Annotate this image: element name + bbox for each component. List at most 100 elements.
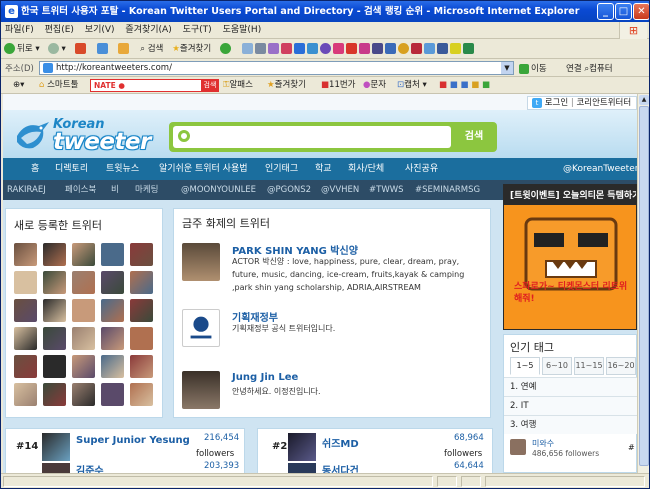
tab-1-5[interactable]: 1~5: [510, 357, 540, 375]
sms-link[interactable]: ●문자: [363, 79, 386, 91]
popular-tag-row[interactable]: 1. 연예: [504, 377, 637, 396]
avatar[interactable]: [72, 243, 95, 266]
avatar[interactable]: [510, 439, 526, 455]
menu-tools[interactable]: 도구(T): [179, 22, 216, 39]
avatar[interactable]: [42, 433, 70, 461]
login-button[interactable]: t 로그인 | 코리안트위터터: [527, 96, 637, 110]
popular-user-name[interactable]: 미와수: [532, 438, 554, 449]
avatar[interactable]: [101, 243, 124, 266]
avatar[interactable]: [14, 299, 37, 322]
site-logo[interactable]: Korean tweeter: [15, 116, 163, 158]
search-toolbar-button[interactable]: ⌕ 검색: [137, 39, 166, 58]
refresh-button[interactable]: [94, 39, 113, 58]
menu-file[interactable]: 파일(F): [1, 22, 38, 39]
avatar[interactable]: [72, 327, 95, 350]
nav-company[interactable]: 회사/단체: [348, 158, 384, 180]
address-input[interactable]: http://koreantweeters.com/ ▼: [39, 61, 514, 75]
history-button[interactable]: [217, 39, 236, 58]
avatar[interactable]: [43, 299, 66, 322]
nav-school[interactable]: 학교: [315, 158, 332, 180]
11st-link[interactable]: ■11번가: [321, 79, 356, 91]
maximize-button[interactable]: □: [615, 3, 632, 20]
scrollbar-thumb[interactable]: [639, 106, 649, 466]
avatar[interactable]: [130, 383, 153, 406]
hot-tweeter-name[interactable]: Jung Jin Lee: [232, 372, 298, 383]
menu-favorites[interactable]: 즐겨찾기(A): [121, 22, 175, 39]
smart-toolbar-link[interactable]: ⌂ 스마트툴: [39, 79, 78, 91]
avatar[interactable]: [130, 299, 153, 322]
avatar[interactable]: [43, 327, 66, 350]
links-toolbar[interactable]: 연결 ⌕컴퓨터: [566, 62, 613, 74]
trending-tag[interactable]: 마케팅: [135, 180, 158, 200]
trending-tag[interactable]: #TWWS: [369, 180, 404, 200]
trending-tag[interactable]: RAKIRAEJ: [7, 180, 46, 200]
stop-button[interactable]: [72, 39, 91, 58]
avatar[interactable]: [42, 463, 70, 473]
close-button[interactable]: ✕: [633, 3, 649, 20]
capture-link[interactable]: ⊡캡처 ▾: [397, 79, 427, 91]
avatar[interactable]: [130, 327, 153, 350]
tab-6-10[interactable]: 6~10: [542, 357, 572, 375]
rank-name[interactable]: Super Junior Yesung: [76, 435, 190, 446]
menu-help[interactable]: 도움말(H): [219, 22, 266, 39]
site-search-button[interactable]: 검색: [455, 126, 493, 148]
nav-tweetnews[interactable]: 트윗뉴스: [106, 158, 139, 180]
avatar[interactable]: [72, 355, 95, 378]
avatar[interactable]: [101, 271, 124, 294]
menu-view[interactable]: 보기(V): [81, 22, 119, 39]
trending-tag[interactable]: #SEMINARMSG: [415, 180, 480, 200]
avatar[interactable]: [182, 371, 220, 409]
forward-button[interactable]: ▾: [45, 39, 68, 58]
avatar[interactable]: [43, 271, 66, 294]
links-extra-icons[interactable]: ■ ■ ■ ■ ■: [439, 79, 490, 91]
nav-account-link[interactable]: @KoreanTweeters: [563, 158, 637, 180]
avatar[interactable]: [43, 383, 66, 406]
promo-banner[interactable]: [트윗이벤트] 오늘의티몬 득템하기! 스파로가~ 티켓몬스터 리트위 해줘!: [503, 184, 637, 330]
avatar[interactable]: [130, 243, 153, 266]
toolbar-extra-icons[interactable]: [239, 39, 479, 58]
popular-tag-row[interactable]: 3. 여행: [504, 415, 637, 434]
minimize-button[interactable]: _: [597, 3, 614, 20]
go-button[interactable]: 이동: [519, 62, 547, 74]
avatar[interactable]: [288, 463, 316, 473]
avatar[interactable]: [182, 309, 220, 347]
trending-tag[interactable]: @PGONS2: [267, 180, 311, 200]
trending-tag[interactable]: 페이스북: [65, 180, 96, 200]
avatar[interactable]: [182, 243, 220, 281]
popular-tag-row[interactable]: 2. IT: [504, 396, 637, 415]
nate-search-button[interactable]: 검색: [201, 79, 219, 92]
more-icon[interactable]: #: [628, 443, 635, 452]
site-search-input[interactable]: [173, 126, 451, 148]
avatar[interactable]: [130, 355, 153, 378]
home-button[interactable]: [115, 39, 134, 58]
avatar[interactable]: [288, 433, 316, 461]
rank-name[interactable]: 동서다건: [322, 462, 359, 473]
menu-edit[interactable]: 편집(E): [41, 22, 78, 39]
avatar[interactable]: [101, 383, 124, 406]
address-dropdown-icon[interactable]: ▼: [501, 62, 513, 74]
favorites-link[interactable]: ★즐겨찾기: [267, 79, 306, 91]
avatar[interactable]: [101, 327, 124, 350]
alpass-link[interactable]: ⚿알패스: [223, 79, 253, 91]
avatar[interactable]: [72, 383, 95, 406]
nav-home[interactable]: 홈: [31, 158, 39, 180]
avatar[interactable]: [101, 355, 124, 378]
back-button[interactable]: 뒤로 ▾: [1, 39, 43, 58]
tab-11-15[interactable]: 11~15: [574, 357, 604, 375]
avatar[interactable]: [14, 355, 37, 378]
avatar[interactable]: [14, 327, 37, 350]
nav-howto[interactable]: 알기쉬운 트위터 사용법: [159, 158, 248, 180]
nav-popular-tags[interactable]: 인기태그: [265, 158, 298, 180]
avatar[interactable]: [43, 355, 66, 378]
avatar[interactable]: [14, 243, 37, 266]
trending-tag[interactable]: @MOONYOUNLEE: [181, 180, 256, 200]
nav-photo-share[interactable]: 사진공유: [405, 158, 438, 180]
rank-name[interactable]: 김준수: [76, 462, 104, 473]
avatar[interactable]: [14, 271, 37, 294]
avatar[interactable]: [72, 299, 95, 322]
ie-menu-icon[interactable]: ⊕▾: [13, 79, 24, 91]
trending-tag[interactable]: 비: [111, 180, 119, 200]
avatar[interactable]: [101, 299, 124, 322]
nav-directory[interactable]: 디렉토리: [55, 158, 88, 180]
avatar[interactable]: [130, 271, 153, 294]
